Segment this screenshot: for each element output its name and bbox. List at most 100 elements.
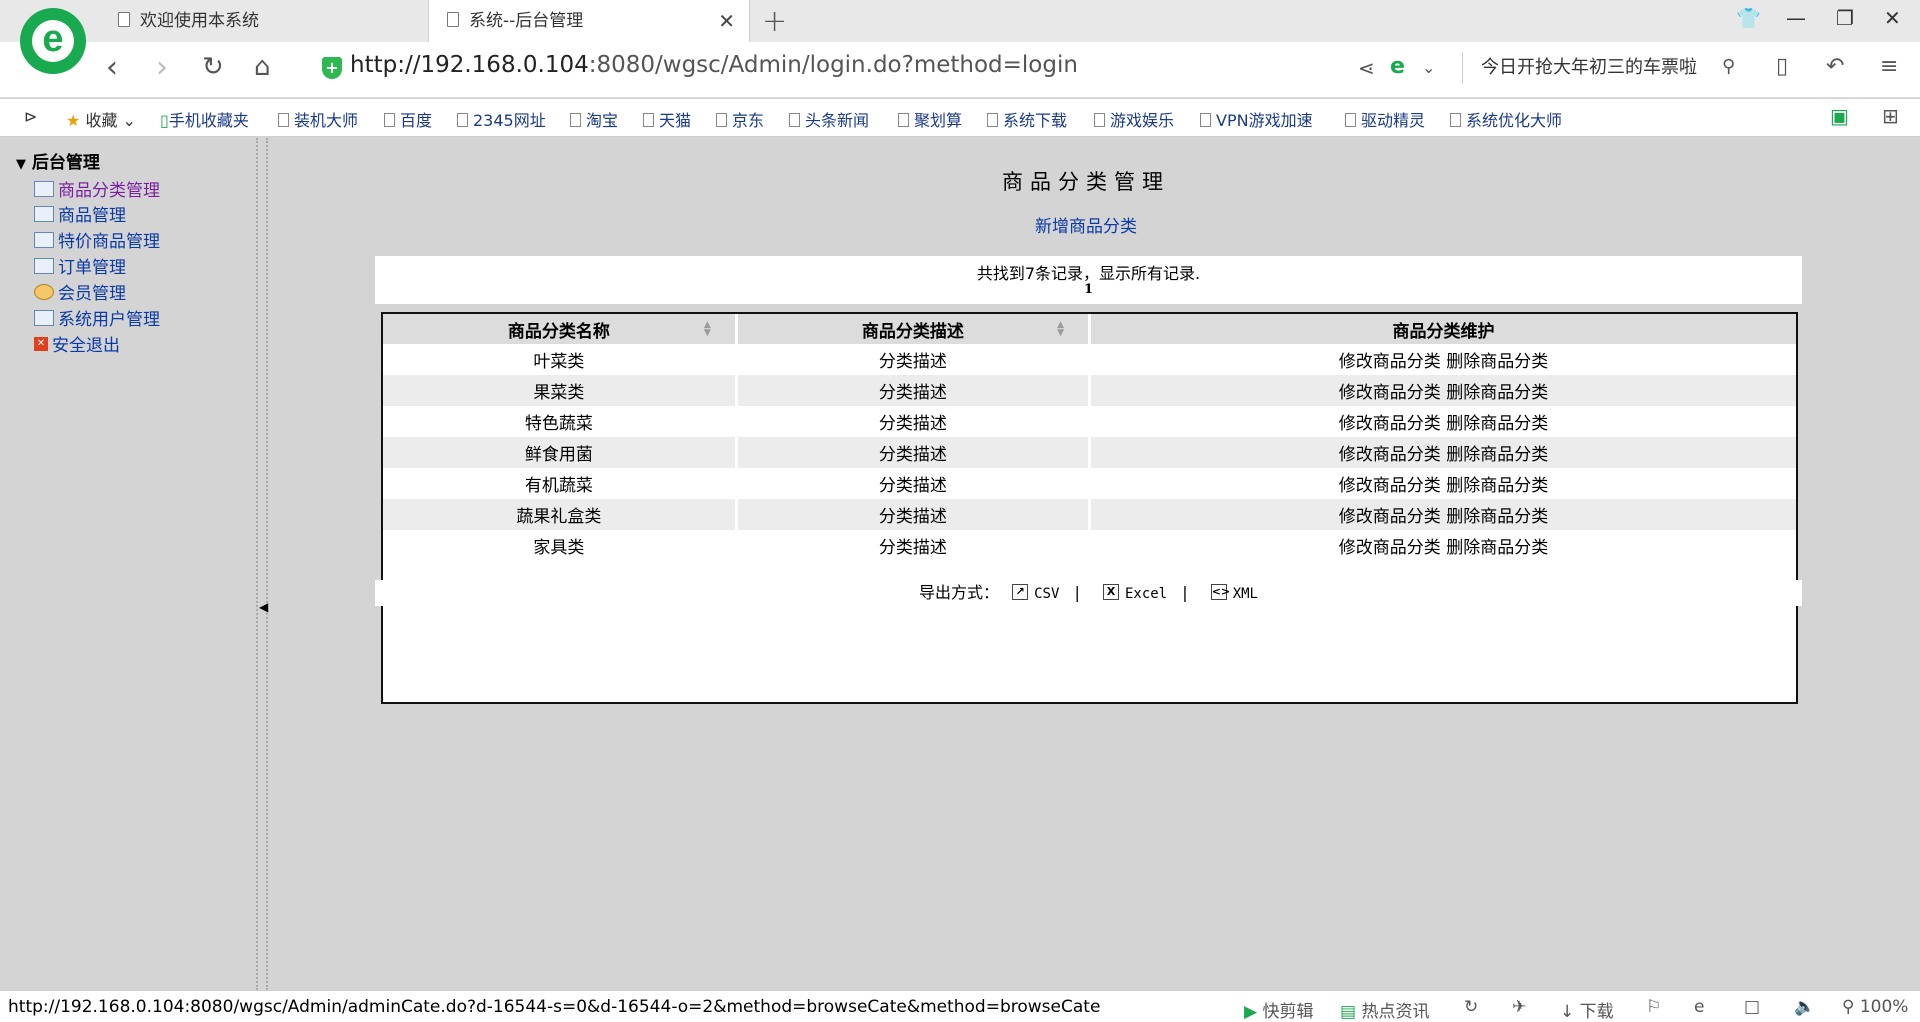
refresh-icon[interactable]: ↻	[202, 52, 224, 82]
quick-clip-button[interactable]: ▶ 快剪辑	[1244, 997, 1313, 1022]
sort-icon[interactable]: ▲ ▼	[1057, 321, 1064, 338]
export-excel[interactable]: X Excel	[1095, 583, 1167, 602]
bookmark-item[interactable]: 天猫	[643, 107, 691, 131]
sidebar-item-orders[interactable]: 订单管理	[34, 253, 126, 278]
new-tab-icon[interactable]: +	[762, 4, 787, 39]
window-icon[interactable]: □	[1744, 997, 1760, 1017]
bookmark-item[interactable]: ▯手机收藏夹	[160, 107, 249, 131]
table-row: 鲜食用菌 分类描述 修改商品分类 删除商品分类	[383, 437, 1796, 468]
download-button[interactable]: ↓ 下载	[1560, 997, 1614, 1022]
edit-category-link[interactable]: 修改商品分类	[1339, 476, 1441, 496]
edit-category-link[interactable]: 修改商品分类	[1339, 352, 1441, 372]
restore-icon[interactable]: ❐	[1836, 6, 1854, 30]
download-icon: ↓	[1560, 1002, 1575, 1022]
page-title: 商品分类管理	[1002, 170, 1170, 194]
caret-down-icon: ▼	[16, 157, 26, 172]
frame-splitter[interactable]	[256, 138, 268, 990]
delete-category-link[interactable]: 删除商品分类	[1446, 383, 1548, 403]
xml-icon: <>	[1210, 584, 1231, 600]
export-xml[interactable]: <> XML	[1203, 583, 1258, 602]
search-icon[interactable]: ⚲	[1722, 56, 1735, 77]
bookmark-item[interactable]: 聚划算	[898, 107, 962, 131]
edit-category-link[interactable]: 修改商品分类	[1339, 445, 1441, 465]
sidebar-item-products[interactable]: 商品管理	[34, 201, 126, 226]
back-icon[interactable]: ‹	[106, 50, 118, 85]
sidebar-toggle-icon[interactable]: ⊳	[24, 107, 37, 126]
category-desc: 分类描述	[736, 406, 1092, 437]
ie-mode-icon[interactable]: e	[1390, 54, 1405, 79]
list-icon	[34, 258, 54, 274]
address-input[interactable]: http://192.168.0.104:8080/wgsc/Admin/log…	[350, 52, 1078, 78]
bookmark-item[interactable]: 京东	[716, 107, 764, 131]
bookmark-item[interactable]: 游戏娱乐	[1094, 107, 1174, 131]
forward-icon[interactable]: ›	[156, 50, 168, 85]
edit-category-link[interactable]: 修改商品分类	[1339, 414, 1441, 434]
main-content: 商品分类管理 新增商品分类 共找到7条记录，显示所有记录. 1 商品分类名称 ▲ ▼…	[268, 138, 1904, 990]
share-icon[interactable]: ⋖	[1358, 56, 1375, 80]
home-icon[interactable]: ⌂	[254, 52, 271, 82]
delete-category-link[interactable]: 删除商品分类	[1446, 538, 1548, 558]
bookmark-item[interactable]: 系统下载	[987, 107, 1067, 131]
column-header-name[interactable]: 商品分类名称 ▲ ▼	[383, 314, 738, 344]
add-category-link[interactable]: 新增商品分类	[268, 212, 1904, 237]
bookmark-item[interactable]: 百度	[384, 107, 432, 131]
bookmark-item[interactable]: 2345网址	[457, 107, 546, 131]
sort-icon[interactable]: ▲ ▼	[704, 321, 711, 338]
sidebar-item-system-users[interactable]: 系统用户管理	[34, 305, 160, 330]
sidebar-item-specials[interactable]: 特价商品管理	[34, 227, 160, 252]
menu-icon[interactable]: ≡	[1880, 54, 1898, 79]
minimize-icon[interactable]: —	[1786, 6, 1806, 30]
tablet-icon[interactable]: ▯	[1776, 54, 1788, 79]
browser-logo-icon[interactable]: e	[20, 8, 86, 74]
pin-icon[interactable]: ✈	[1512, 997, 1526, 1017]
sidebar-item-logout[interactable]: ✕ 安全退出	[34, 331, 120, 356]
edit-category-link[interactable]: 修改商品分类	[1339, 383, 1441, 403]
bookmark-item[interactable]: 淘宝	[570, 107, 618, 131]
sidebar-item-members[interactable]: 会员管理	[34, 279, 126, 304]
tree-root[interactable]: ▼ 后台管理	[16, 148, 100, 173]
bookmark-item[interactable]: 头条新闻	[789, 107, 869, 131]
bookmark-item[interactable]: VPN游戏加速	[1200, 107, 1313, 131]
page-icon	[447, 12, 459, 27]
vertical-scrollbar[interactable]	[1904, 138, 1920, 990]
reader-icon[interactable]: ▣	[1830, 104, 1849, 128]
table-row: 果菜类 分类描述 修改商品分类 删除商品分类	[383, 375, 1796, 406]
column-header-desc[interactable]: 商品分类描述 ▲ ▼	[736, 314, 1092, 344]
search-input[interactable]: 今日开抢大年初三的车票啦	[1462, 52, 1744, 84]
sidebar-item-category[interactable]: 商品分类管理	[34, 176, 160, 201]
refresh-status-icon[interactable]: ↻	[1464, 997, 1478, 1017]
column-header-actions: 商品分类维护	[1089, 314, 1796, 344]
ie-icon[interactable]: e	[1694, 997, 1704, 1017]
category-desc: 分类描述	[736, 530, 1092, 561]
bookmark-item[interactable]: 系统优化大师	[1450, 107, 1562, 131]
favorites-button[interactable]: ★ 收藏 ⌄	[66, 107, 136, 131]
close-window-icon[interactable]: ✕	[1884, 6, 1901, 30]
undo-icon[interactable]: ↶	[1826, 54, 1844, 79]
tab-welcome[interactable]: 欢迎使用本系统	[118, 0, 428, 42]
volume-icon[interactable]: 🔈	[1794, 997, 1815, 1017]
row-actions: 修改商品分类 删除商品分类	[1089, 499, 1796, 530]
delete-category-link[interactable]: 删除商品分类	[1446, 476, 1548, 496]
hot-news-button[interactable]: ▤ 热点资讯	[1340, 997, 1429, 1022]
page-number[interactable]: 1	[375, 282, 1802, 297]
edit-category-link[interactable]: 修改商品分类	[1339, 538, 1441, 558]
table-row: 家具类 分类描述 修改商品分类 删除商品分类	[383, 530, 1796, 561]
bookmark-item[interactable]: 驱动精灵	[1345, 107, 1425, 131]
export-csv[interactable]: ↗ CSV	[1004, 583, 1059, 602]
delete-category-link[interactable]: 删除商品分类	[1446, 507, 1548, 527]
delete-category-link[interactable]: 删除商品分类	[1446, 414, 1548, 434]
edit-category-link[interactable]: 修改商品分类	[1339, 507, 1441, 527]
chevron-down-icon[interactable]: ⌄	[1422, 58, 1435, 77]
shirt-icon[interactable]: 👕	[1736, 6, 1761, 30]
close-tab-icon[interactable]: ✕	[718, 0, 735, 42]
bookmark-item[interactable]: 装机大师	[278, 107, 358, 131]
apps-grid-icon[interactable]: ⊞	[1882, 104, 1899, 128]
flag-icon[interactable]: ⚐	[1646, 997, 1661, 1017]
tab-admin[interactable]: 系统--后台管理 ✕	[428, 0, 750, 42]
zoom-control[interactable]: ⚲ 100%	[1842, 997, 1908, 1017]
collapse-arrow-icon[interactable]: ◀	[259, 600, 268, 614]
page-icon	[987, 113, 998, 127]
delete-category-link[interactable]: 删除商品分类	[1446, 445, 1548, 465]
delete-category-link[interactable]: 删除商品分类	[1446, 352, 1548, 372]
page-icon	[1094, 113, 1105, 127]
